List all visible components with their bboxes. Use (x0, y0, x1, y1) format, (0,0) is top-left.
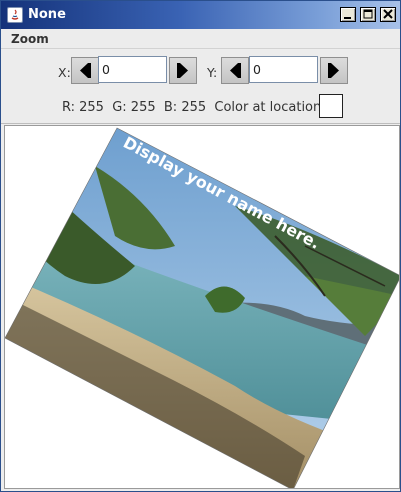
arrow-right-icon (328, 63, 339, 78)
x-label: X: (58, 65, 71, 80)
color-info-bar: R: 255 G: 255 B: 255 Color at location: (1, 90, 400, 124)
picture-canvas[interactable]: Display your name here. (4, 125, 400, 489)
arrow-right-icon (177, 63, 188, 78)
x-increment-button[interactable] (169, 57, 197, 84)
x-decrement-button[interactable] (71, 57, 99, 84)
arrow-left-icon (80, 63, 91, 78)
rgb-readout: R: 255 G: 255 B: 255 Color at location: (62, 100, 326, 115)
coordinate-controls: X: Y: (1, 50, 400, 90)
window-title: None (28, 7, 66, 22)
close-button[interactable] (380, 7, 396, 22)
title-bar[interactable]: None (1, 1, 400, 29)
maximize-button[interactable] (360, 7, 376, 22)
java-icon (7, 7, 23, 23)
y-decrement-button[interactable] (221, 57, 249, 84)
app-window: None Zoom X: Y: (0, 0, 401, 492)
menu-zoom[interactable]: Zoom (11, 32, 49, 46)
arrow-left-icon (230, 63, 241, 78)
rotated-photo: Display your name here. (5, 127, 399, 488)
minimize-button[interactable] (340, 7, 356, 22)
x-coordinate-input[interactable] (98, 56, 167, 83)
menu-bar: Zoom (1, 29, 400, 49)
color-swatch (319, 94, 343, 118)
y-increment-button[interactable] (320, 57, 348, 84)
y-label: Y: (207, 65, 218, 80)
y-coordinate-input[interactable] (249, 56, 318, 83)
